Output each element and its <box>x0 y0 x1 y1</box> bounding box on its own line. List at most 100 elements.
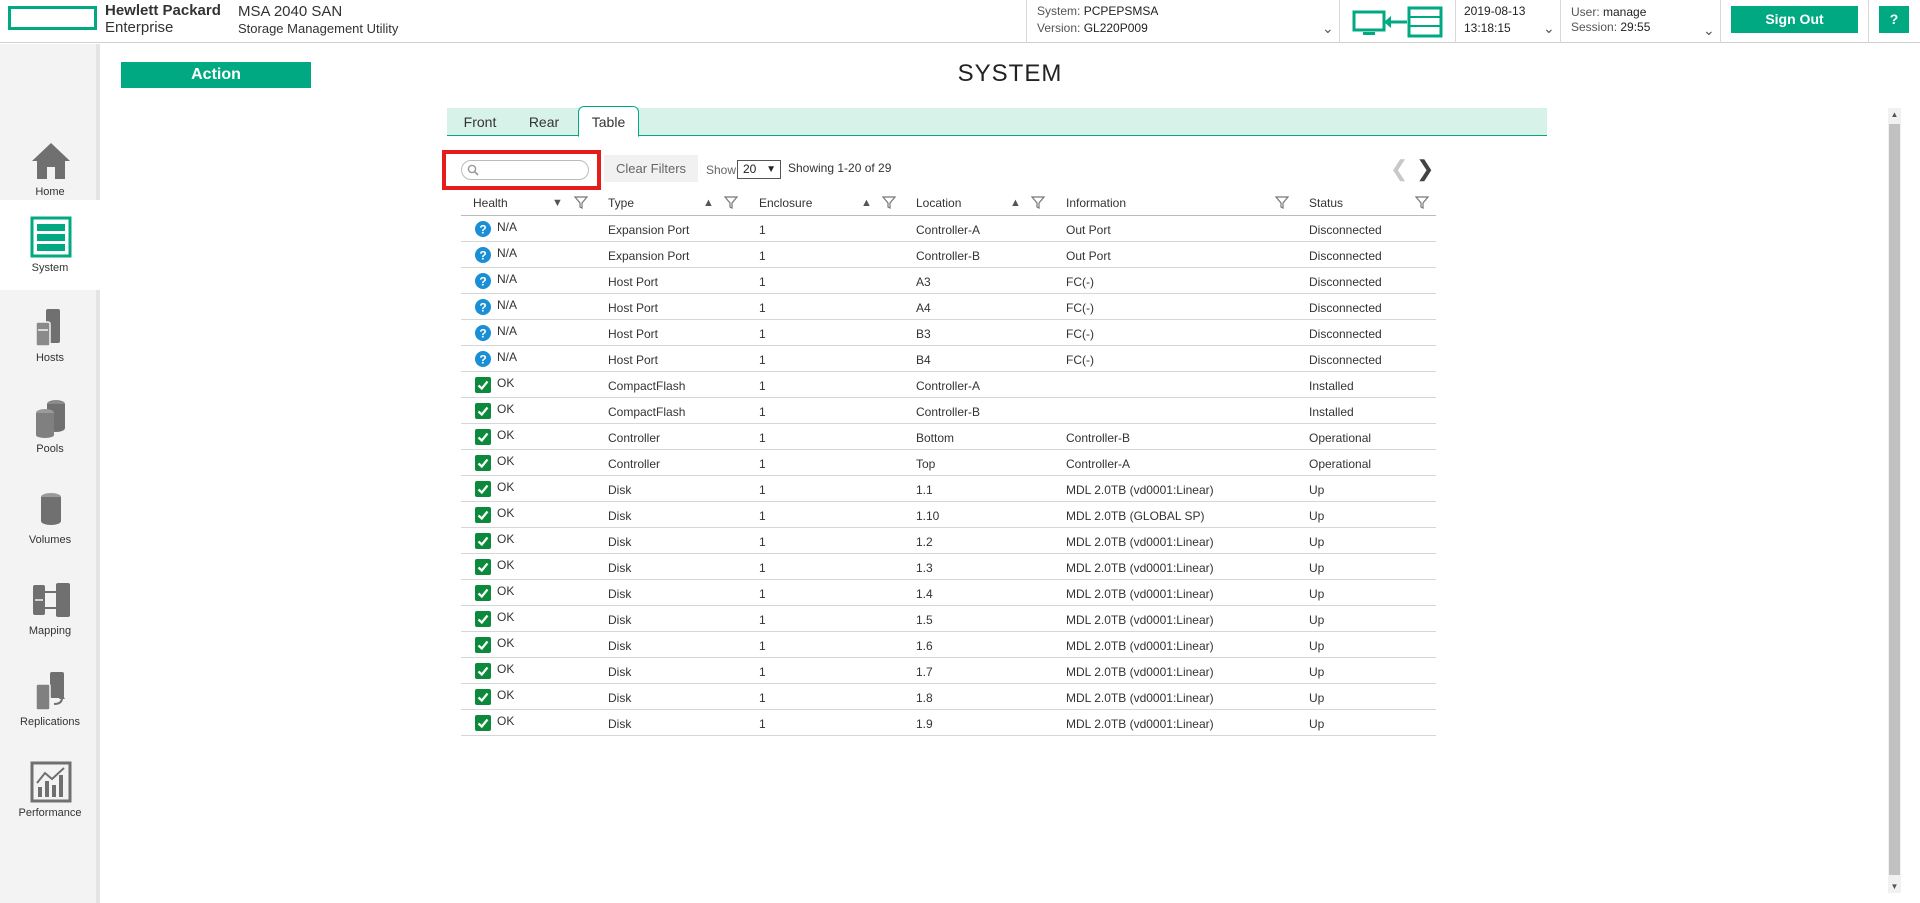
page-scrollbar[interactable]: ▲ ▼ <box>1888 108 1901 893</box>
filter-icon[interactable] <box>1415 195 1429 209</box>
health-value: OK <box>497 714 515 728</box>
scrollbar-thumb[interactable] <box>1889 124 1900 875</box>
health-ok-check-icon <box>475 377 491 393</box>
filter-icon[interactable] <box>574 195 588 209</box>
sidebar-item-system[interactable]: System <box>0 200 100 290</box>
page-size-select[interactable]: 20 ▼ <box>737 160 781 179</box>
filter-icon[interactable] <box>1275 195 1289 209</box>
table-row[interactable]: OK Controller 1 Bottom Controller-B Operation… <box>461 424 1436 450</box>
cell-location: Top <box>916 457 936 471</box>
table-row[interactable]: OK Disk 1 1.9 MDL 2.0TB (vd0001:Linear) Up <box>461 710 1436 736</box>
filter-icon[interactable] <box>882 195 896 209</box>
cell-status: Up <box>1309 535 1325 549</box>
cell-status: Disconnected <box>1309 275 1382 289</box>
header-divider <box>1720 0 1721 43</box>
sort-ascending-icon[interactable]: ▲ <box>1010 197 1021 209</box>
performance-icon <box>30 761 72 803</box>
tab-rear[interactable]: Rear <box>513 108 575 136</box>
cell-status: Disconnected <box>1309 223 1382 237</box>
sidebar-item-mapping[interactable]: Mapping <box>0 563 100 653</box>
sidebar-item-pools[interactable]: Pools <box>0 381 100 471</box>
filter-icon[interactable] <box>724 195 738 209</box>
table-row[interactable]: OK Disk 1 1.2 MDL 2.0TB (vd0001:Linear) Up <box>461 528 1436 554</box>
svg-text:?: ? <box>479 274 486 288</box>
cell-status: Up <box>1309 639 1325 653</box>
cell-location: 1.9 <box>916 717 933 731</box>
column-header-type[interactable]: Type <box>608 196 634 210</box>
sidebar-item-volumes[interactable]: Volumes <box>0 472 100 562</box>
sidebar-item-hosts[interactable]: Hosts <box>0 290 100 380</box>
cell-type: Expansion Port <box>608 223 690 237</box>
table-row[interactable]: OK Disk 1 1.7 MDL 2.0TB (vd0001:Linear) Up <box>461 658 1436 684</box>
help-button[interactable]: ? <box>1879 6 1909 33</box>
sort-ascending-icon[interactable]: ▲ <box>861 197 872 209</box>
tab-front[interactable]: Front <box>447 108 513 136</box>
table-row[interactable]: OK Controller 1 Top Controller-A Operational <box>461 450 1436 476</box>
search-input[interactable] <box>461 160 589 180</box>
column-header-enclosure[interactable]: Enclosure <box>759 196 812 210</box>
table-row[interactable]: ? N/A Host Port 1 A4 FC(-) Disconnected <box>461 294 1436 320</box>
filter-icon[interactable] <box>1031 195 1045 209</box>
health-ok-check-icon <box>475 715 491 731</box>
action-button[interactable]: Action <box>121 62 311 88</box>
column-header-location[interactable]: Location <box>916 196 961 210</box>
user-chevron-down-icon[interactable]: ⌄ <box>1703 22 1715 39</box>
date-time[interactable]: 2019-08-13 13:18:15 <box>1464 3 1525 37</box>
tab-table[interactable]: Table <box>578 106 639 137</box>
table-row[interactable]: ? N/A Expansion Port 1 Controller-B Out Port D… <box>461 242 1436 268</box>
table-row[interactable]: OK Disk 1 1.4 MDL 2.0TB (vd0001:Linear) Up <box>461 580 1436 606</box>
cell-type: Disk <box>608 691 632 705</box>
table-row[interactable]: OK Disk 1 1.1 MDL 2.0TB (vd0001:Linear) Up <box>461 476 1436 502</box>
connection-status-icon[interactable] <box>1351 5 1446 39</box>
column-header-health[interactable]: Health <box>473 196 508 210</box>
cell-enclosure: 1 <box>759 301 766 315</box>
health-unknown-question-icon: ? <box>475 273 491 289</box>
cell-location: A4 <box>916 301 931 315</box>
health-unknown-question-icon: ? <box>475 351 491 367</box>
cell-location: Bottom <box>916 431 955 445</box>
column-header-status[interactable]: Status <box>1309 196 1343 210</box>
sort-ascending-icon[interactable]: ▲ <box>703 197 714 209</box>
cell-information: FC(-) <box>1066 353 1094 367</box>
table-row[interactable]: OK Disk 1 1.6 MDL 2.0TB (vd0001:Linear) Up <box>461 632 1436 658</box>
table-row[interactable]: OK Disk 1 1.5 MDL 2.0TB (vd0001:Linear) Up <box>461 606 1436 632</box>
sidebar-item-performance[interactable]: Performance <box>0 745 100 835</box>
table-row[interactable]: ? N/A Host Port 1 A3 FC(-) Disconnected <box>461 268 1436 294</box>
cell-enclosure: 1 <box>759 249 766 263</box>
table-row[interactable]: OK Disk 1 1.3 MDL 2.0TB (vd0001:Linear) Up <box>461 554 1436 580</box>
previous-page-chevron-icon[interactable]: ❮ <box>1390 156 1408 182</box>
clear-filters-button[interactable]: Clear Filters <box>604 155 698 182</box>
sign-out-button[interactable]: Sign Out <box>1731 6 1858 33</box>
system-info-chevron-down-icon[interactable]: ⌄ <box>1322 20 1334 37</box>
table-row[interactable]: OK Disk 1 1.8 MDL 2.0TB (vd0001:Linear) Up <box>461 684 1436 710</box>
cell-type: Disk <box>608 509 632 523</box>
column-header-information[interactable]: Information <box>1066 196 1126 210</box>
cell-type: Disk <box>608 717 632 731</box>
caret-down-icon: ▼ <box>766 164 776 175</box>
table-row[interactable]: ? N/A Host Port 1 B3 FC(-) Disconnected <box>461 320 1436 346</box>
user-info[interactable]: User: manage Session: 29:55 <box>1571 5 1650 35</box>
scroll-down-arrow-icon[interactable]: ▼ <box>1888 880 1901 893</box>
svg-text:?: ? <box>479 248 486 262</box>
sort-descending-icon[interactable]: ▼ <box>552 197 563 209</box>
table-row[interactable]: OK CompactFlash 1 Controller-A Installed <box>461 372 1436 398</box>
health-value: OK <box>497 402 515 416</box>
cell-location: B4 <box>916 353 931 367</box>
session-value: 29:55 <box>1620 20 1651 34</box>
health-ok-check-icon <box>475 455 491 471</box>
sidebar-item-label: Home <box>35 186 65 198</box>
table-row[interactable]: OK Disk 1 1.10 MDL 2.0TB (GLOBAL SP) Up <box>461 502 1436 528</box>
cell-type: Disk <box>608 587 632 601</box>
next-page-chevron-icon[interactable]: ❯ <box>1416 156 1434 182</box>
sidebar-item-replications[interactable]: Replications <box>0 654 100 744</box>
table-row[interactable]: OK CompactFlash 1 Controller-B Installed <box>461 398 1436 424</box>
scroll-up-arrow-icon[interactable]: ▲ <box>1888 108 1901 121</box>
system-info[interactable]: System: PCPEPSMSA Version: GL220P009 <box>1037 3 1158 37</box>
sidebar-item-label: Mapping <box>28 625 72 637</box>
table-row[interactable]: ? N/A Host Port 1 B4 FC(-) Disconnected <box>461 346 1436 372</box>
cell-location: B3 <box>916 327 931 341</box>
table-row[interactable]: ? N/A Expansion Port 1 Controller-A Out Port D… <box>461 216 1436 242</box>
datetime-chevron-down-icon[interactable]: ⌄ <box>1543 20 1555 37</box>
version-label: Version: <box>1037 21 1081 35</box>
health-value: OK <box>497 662 515 676</box>
